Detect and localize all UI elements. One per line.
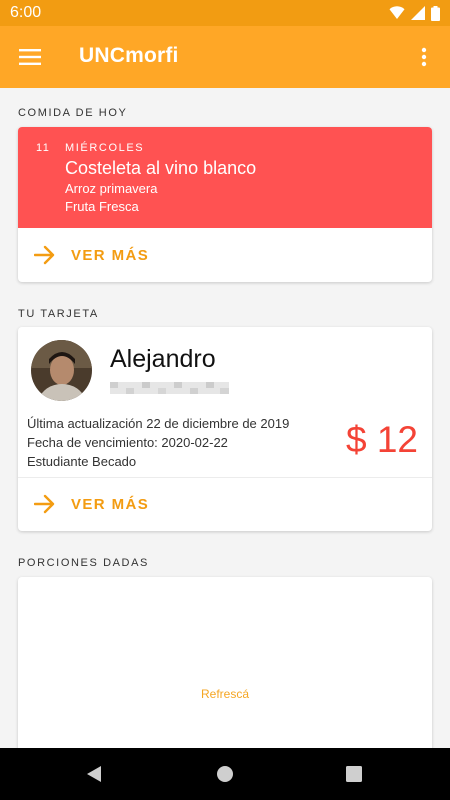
status-bar: 6:00	[0, 0, 450, 26]
meal-card: 11 MIÉRCOLES Costeleta al vino blanco Ar…	[18, 127, 432, 282]
pixelated-card-number	[110, 382, 229, 394]
status-icons	[389, 5, 440, 21]
overflow-menu-icon	[421, 47, 427, 67]
last-update-text: Última actualización 22 de diciembre de …	[27, 416, 290, 431]
meal-side-dish: Arroz primavera	[65, 181, 158, 196]
portions-card: Refrescá	[18, 577, 432, 777]
arrow-right-icon	[34, 494, 55, 514]
signal-icon	[411, 6, 425, 20]
battery-icon	[431, 5, 440, 21]
user-card: Alejandro Última actualización 22 de dic…	[18, 327, 432, 531]
home-icon	[217, 766, 233, 782]
arrow-right-icon	[34, 245, 55, 265]
menu-button[interactable]	[14, 42, 46, 72]
meal-weekday: MIÉRCOLES	[65, 142, 145, 154]
expiration-text: Fecha de vencimiento: 2020-02-22	[27, 435, 228, 450]
back-icon	[87, 766, 101, 782]
portions-section-label: PORCIONES DADAS	[18, 557, 149, 569]
avatar	[31, 340, 92, 401]
card-section-label: TU TARJETA	[18, 308, 99, 320]
home-button[interactable]	[213, 762, 237, 786]
recents-icon	[346, 766, 362, 782]
wifi-icon	[389, 6, 405, 19]
meal-main-dish: Costeleta al vino blanco	[65, 158, 257, 178]
menu-icon	[19, 49, 41, 65]
meal-see-more-button[interactable]: VER MÁS	[18, 228, 432, 282]
card-type-text: Estudiante Becado	[27, 454, 137, 469]
user-name: Alejandro	[110, 345, 216, 373]
card-see-more-label: VER MÁS	[71, 496, 150, 513]
navigation-bar	[0, 748, 450, 800]
meal-see-more-label: VER MÁS	[71, 247, 150, 264]
meal-day: 11	[36, 142, 51, 154]
back-button[interactable]	[82, 762, 106, 786]
card-see-more-button[interactable]: VER MÁS	[18, 477, 432, 531]
refresh-link[interactable]: Refrescá	[18, 687, 432, 701]
app-title: UNCmorfi	[79, 44, 179, 67]
today-section-label: COMIDA DE HOY	[18, 107, 128, 119]
recents-button[interactable]	[342, 762, 366, 786]
card-balance: $ 12	[345, 419, 418, 460]
app-bar: UNCmorfi	[0, 26, 450, 88]
meal-dessert: Fruta Fresca	[65, 199, 139, 214]
overflow-menu-button[interactable]	[410, 42, 438, 72]
status-time: 6:00	[10, 4, 42, 21]
meal-header[interactable]: 11 MIÉRCOLES Costeleta al vino blanco Ar…	[18, 127, 432, 228]
